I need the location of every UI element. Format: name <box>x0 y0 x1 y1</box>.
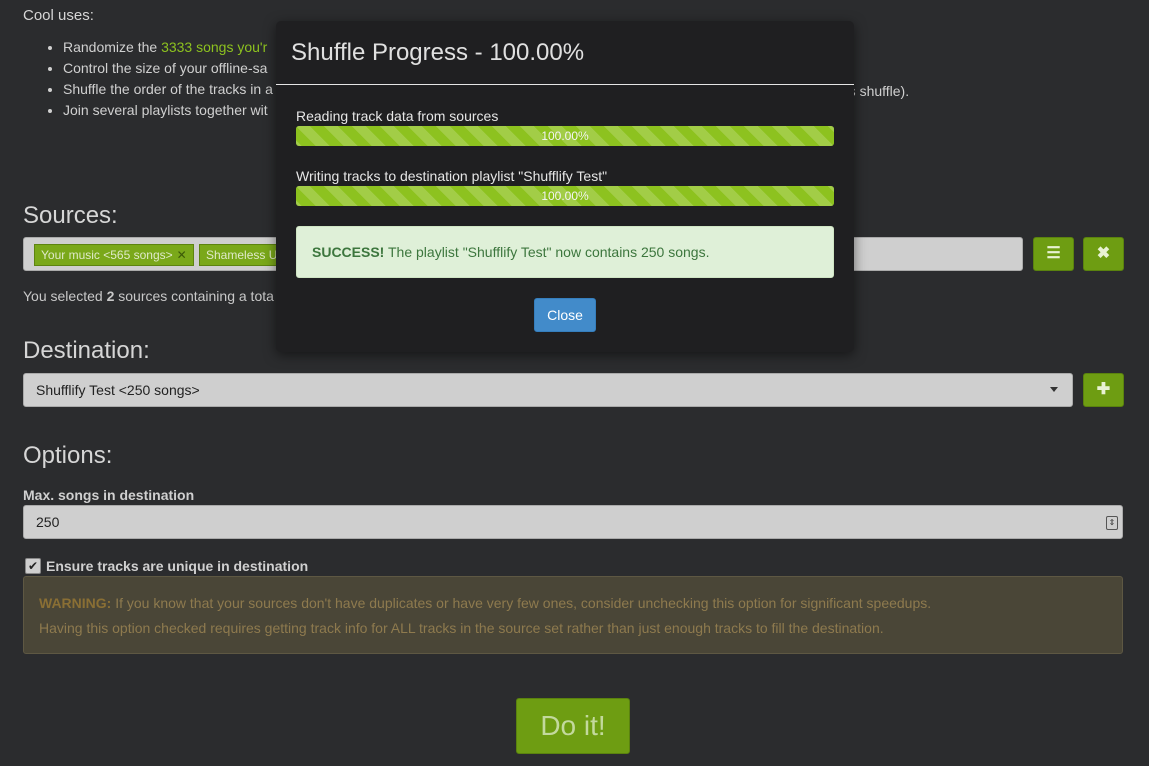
progress-text: 100.00% <box>541 129 589 143</box>
modal-divider <box>276 84 854 85</box>
modal-title: Shuffle Progress - 100.00% <box>291 39 585 66</box>
progress-bar-reading: 100.00% <box>296 126 834 146</box>
success-alert: SUCCESS! The playlist "Shufflify Test" n… <box>296 226 834 278</box>
success-text: The playlist "Shufflify Test" now contai… <box>384 244 710 260</box>
progress-bar-writing: 100.00% <box>296 186 834 206</box>
success-strong: SUCCESS! <box>312 244 385 260</box>
progress-label-reading: Reading track data from sources <box>296 108 499 124</box>
shuffle-progress-modal: Shuffle Progress - 100.00% Reading track… <box>276 21 854 352</box>
success-message: SUCCESS! The playlist "Shufflify Test" n… <box>312 244 709 260</box>
progress-text: 100.00% <box>541 189 589 203</box>
progress-label-writing: Writing tracks to destination playlist "… <box>296 168 608 184</box>
close-button[interactable]: Close <box>534 298 596 332</box>
